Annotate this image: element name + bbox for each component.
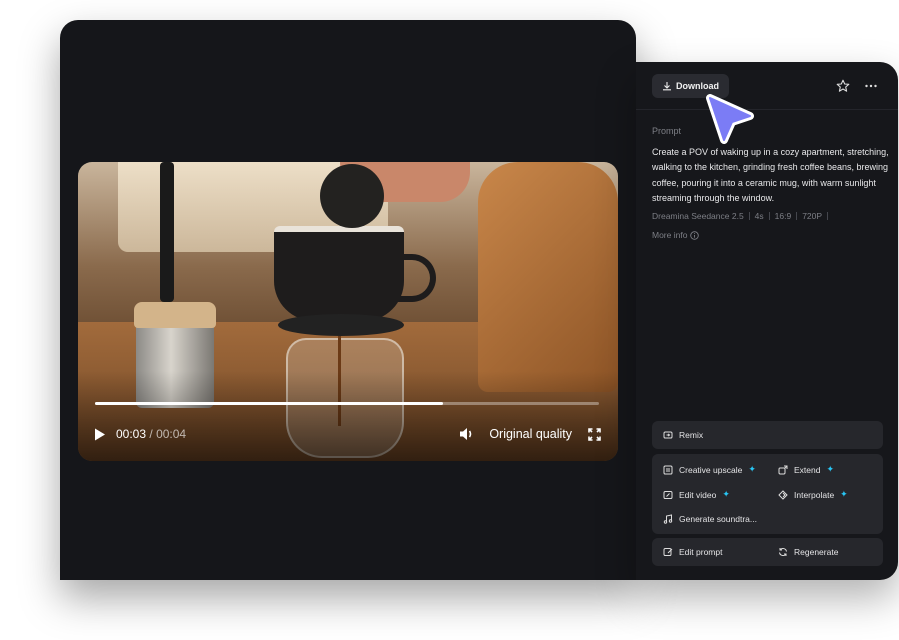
play-icon[interactable] bbox=[94, 427, 108, 441]
creative-upscale-label: Creative upscale bbox=[679, 464, 743, 475]
upscale-icon bbox=[663, 465, 673, 474]
sparkle-icon: ✦ bbox=[840, 489, 848, 499]
volume-icon[interactable] bbox=[459, 426, 475, 442]
regenerate-icon bbox=[779, 548, 787, 556]
prompt-text: Create a POV of waking up in a cozy apar… bbox=[652, 147, 889, 203]
info-icon bbox=[690, 230, 700, 240]
music-icon bbox=[663, 514, 673, 524]
total-time: 00:04 bbox=[156, 427, 187, 441]
edit-video-label: Edit video bbox=[679, 489, 717, 500]
extend-icon bbox=[778, 465, 788, 474]
scene-dripper bbox=[274, 226, 404, 321]
more-icon[interactable] bbox=[864, 79, 878, 93]
meta-ratio: 16:9 bbox=[774, 211, 792, 221]
download-label: Download bbox=[676, 81, 719, 91]
meta-resolution: 720P bbox=[802, 211, 823, 221]
sparkle-icon: ✦ bbox=[722, 489, 730, 499]
quality-selector[interactable]: Original quality bbox=[489, 427, 572, 441]
edit-prompt-label: Edit prompt bbox=[679, 547, 723, 557]
prompt-label: Prompt bbox=[652, 126, 682, 136]
scene-faucet bbox=[160, 162, 174, 302]
extend-button[interactable]: Extend ✦ bbox=[778, 464, 834, 475]
more-info-link[interactable]: More info bbox=[652, 230, 700, 240]
video-player[interactable]: 00:03 / 00:04 Original quality bbox=[78, 162, 618, 461]
details-panel: Download Prompt Create a POV of waking u… bbox=[636, 62, 898, 580]
time-separator: / bbox=[149, 427, 153, 441]
sparkle-icon: ✦ bbox=[748, 464, 756, 474]
current-time: 00:03 bbox=[116, 427, 147, 441]
meta-model: Dreamina Seedance 2.5 bbox=[652, 211, 744, 221]
tools-group: Creative upscale ✦ Extend ✦ Edit video ✦… bbox=[652, 454, 883, 534]
sparkle-icon: ✦ bbox=[826, 464, 835, 474]
meta-duration: 4s bbox=[754, 211, 764, 221]
remix-label: Remix bbox=[679, 430, 704, 440]
extend-label: Extend bbox=[794, 464, 821, 475]
generate-soundtrack-button[interactable]: Generate soundtra... bbox=[663, 514, 757, 524]
remix-button[interactable]: Remix bbox=[663, 430, 703, 440]
edit-prompt-button[interactable]: Edit prompt bbox=[663, 547, 722, 557]
more-info-label: More info bbox=[652, 230, 688, 240]
scene-dripper-base bbox=[278, 314, 404, 336]
fullscreen-icon[interactable] bbox=[588, 427, 602, 441]
prompt-actions-group: Edit prompt Regenerate bbox=[652, 538, 883, 566]
edit-prompt-icon bbox=[663, 548, 673, 556]
creative-upscale-button[interactable]: Creative upscale ✦ bbox=[663, 464, 756, 475]
scene-canister-lid bbox=[134, 302, 216, 328]
interpolate-button[interactable]: Interpolate ✦ bbox=[778, 489, 848, 500]
remix-icon bbox=[663, 431, 673, 439]
scene-grinder bbox=[320, 164, 384, 228]
download-icon bbox=[663, 82, 671, 91]
scene-cutting-board bbox=[478, 162, 618, 392]
interpolate-label: Interpolate bbox=[794, 489, 835, 500]
remix-group: Remix bbox=[652, 421, 883, 449]
scene-dripper-handle bbox=[396, 254, 436, 302]
regenerate-label: Regenerate bbox=[794, 547, 839, 557]
video-window: 00:03 / 00:04 Original quality bbox=[60, 20, 636, 580]
regenerate-button[interactable]: Regenerate bbox=[778, 547, 838, 557]
edit-video-icon bbox=[663, 490, 673, 499]
panel-toolbar: Download bbox=[636, 62, 898, 110]
edit-video-button[interactable]: Edit video ✦ bbox=[663, 489, 730, 500]
progress-fill bbox=[95, 402, 443, 405]
interpolate-icon bbox=[778, 489, 788, 500]
video-shade bbox=[78, 371, 618, 461]
progress-bar[interactable] bbox=[95, 402, 599, 405]
generate-soundtrack-label: Generate soundtra... bbox=[679, 514, 757, 524]
star-icon[interactable] bbox=[836, 79, 850, 93]
time-display: 00:03 / 00:04 bbox=[116, 427, 186, 441]
cursor-icon bbox=[706, 94, 754, 144]
generation-meta: Dreamina Seedance 2.5 4s 16:9 720P bbox=[652, 211, 833, 221]
video-controls: 00:03 / 00:04 Original quality bbox=[94, 424, 602, 444]
